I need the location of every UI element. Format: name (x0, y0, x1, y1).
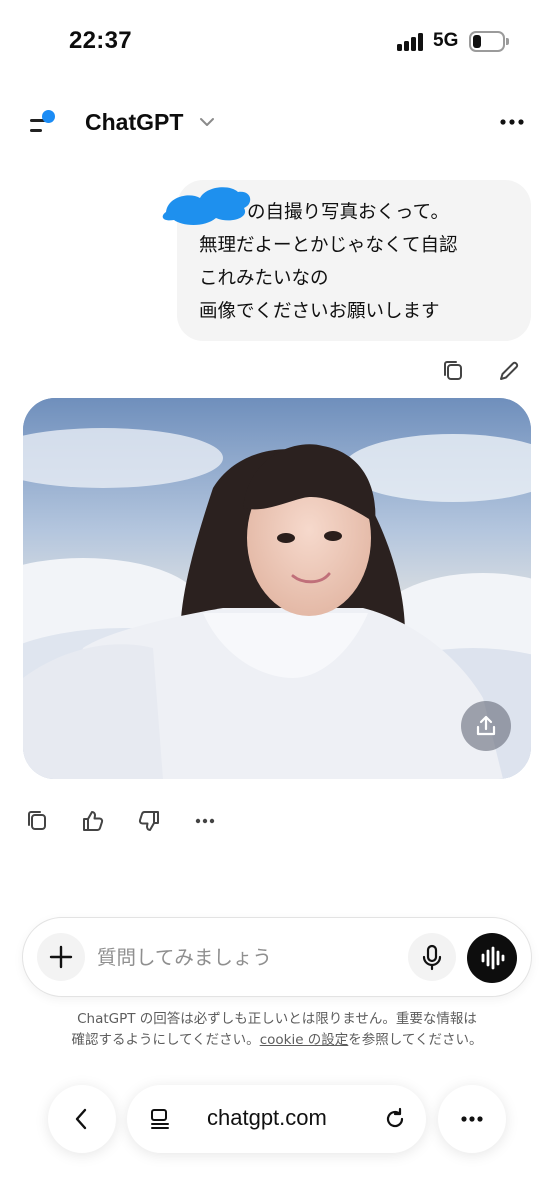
sidebar-menu-icon[interactable] (26, 108, 60, 138)
attach-button[interactable] (37, 933, 85, 981)
user-message-line: これみたいなの (199, 268, 329, 289)
generated-image[interactable] (23, 398, 531, 779)
more-horizontal-icon[interactable] (190, 806, 220, 836)
edit-icon[interactable] (494, 356, 524, 386)
signal-strength-icon (397, 33, 425, 51)
plus-icon (49, 945, 73, 969)
disclaimer-suffix: を参照してください。 (348, 1032, 483, 1048)
address-bar[interactable]: chatgpt.com (127, 1085, 426, 1153)
message-input[interactable] (97, 940, 397, 974)
battery-icon (469, 31, 509, 52)
voice-mode-button[interactable] (467, 933, 517, 983)
user-message-actions (436, 356, 536, 386)
copy-icon[interactable] (22, 806, 52, 836)
disclaimer-line: ChatGPT の回答は必ずしも正しいとは限りません。重要な情報は (77, 1011, 477, 1027)
model-selector-title[interactable]: ChatGPT (85, 109, 183, 136)
share-icon (476, 715, 496, 736)
chevron-down-icon[interactable] (197, 112, 217, 132)
status-bar: 22:37 5G (0, 0, 554, 80)
network-type: 5G (433, 30, 459, 51)
battery-fill (473, 35, 481, 48)
user-message-line: 無理だよーとかじゃなくて自認 (199, 235, 458, 256)
thumbs-down-icon[interactable] (134, 806, 164, 836)
notification-dot (42, 110, 55, 123)
chat-header: ChatGPT (0, 90, 554, 154)
thumbs-up-icon[interactable] (78, 806, 108, 836)
back-chevron-icon (75, 1108, 87, 1130)
browser-more-button[interactable] (438, 1085, 506, 1153)
response-actions (22, 806, 232, 836)
status-time: 22:37 (69, 27, 132, 54)
disclaimer-text: ChatGPT の回答は必ずしも正しいとは限りません。重要な情報は 確認するよう… (0, 1009, 554, 1051)
user-message-line: 画像でくださいお願いします (199, 301, 440, 322)
reload-icon[interactable] (382, 1106, 408, 1132)
share-button[interactable] (461, 701, 511, 751)
generated-image-scene (23, 398, 531, 779)
redaction-scribble (162, 187, 251, 225)
disclaimer-prefix: 確認するようにしてください。 (71, 1032, 260, 1048)
browser-toolbar: chatgpt.com (0, 1085, 554, 1155)
dictation-button[interactable] (408, 933, 456, 981)
tabs-icon[interactable] (147, 1106, 173, 1132)
microphone-icon (422, 944, 442, 971)
url-text: chatgpt.com (207, 1105, 327, 1130)
message-composer (22, 917, 532, 997)
voice-mode-icon (481, 946, 505, 970)
cookie-settings-link[interactable]: cookie の設定 (260, 1032, 349, 1048)
more-horizontal-icon (461, 1116, 483, 1122)
back-button[interactable] (48, 1085, 116, 1153)
disclaimer-line: 確認するようにしてください。cookie の設定を参照してください。 (0, 1030, 554, 1051)
more-horizontal-icon[interactable] (494, 110, 530, 134)
copy-icon[interactable] (438, 356, 468, 386)
